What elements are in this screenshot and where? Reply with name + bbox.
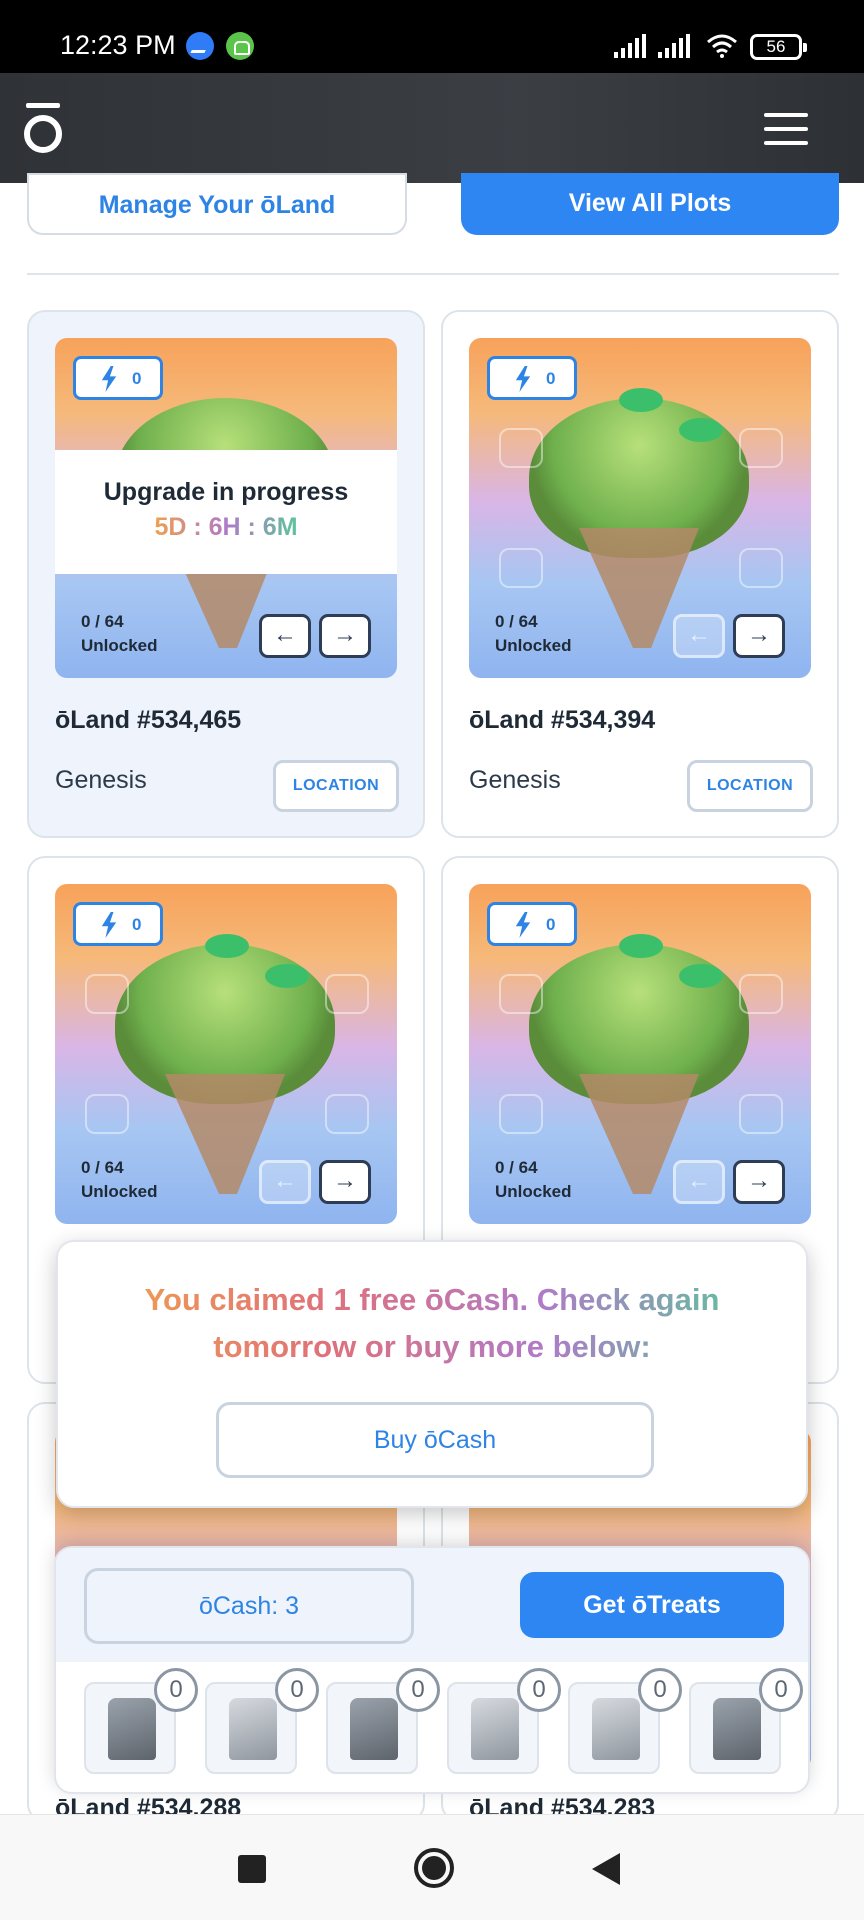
energy-badge: 0 (73, 356, 163, 400)
land-title: ōLand #534,394 (469, 706, 656, 734)
status-bar: 12:23 PM 56 (0, 0, 864, 73)
recents-icon[interactable] (238, 1855, 266, 1883)
unlocked-count: 0 / 64 Unlocked (495, 612, 572, 655)
item-count-badge: 0 (275, 1668, 319, 1712)
get-otreats-button[interactable]: Get ōTreats (520, 1572, 784, 1638)
land-card[interactable]: 0 Upgrade in progress 5D : 6H : 6M 0 / 6… (27, 310, 425, 838)
treat-item[interactable]: 0 (205, 1668, 319, 1774)
item-count-badge: 0 (517, 1668, 561, 1712)
treat-item[interactable]: 0 (326, 1668, 440, 1774)
energy-badge: 0 (487, 902, 577, 946)
treat-item[interactable]: 0 (689, 1668, 803, 1774)
ocash-balance: ōCash: 3 (84, 1568, 414, 1644)
unlocked-count: 0 / 64 Unlocked (495, 1158, 572, 1201)
item-count-badge: 0 (759, 1668, 803, 1712)
land-card[interactable]: 0 0 / 64 Unlocked ← → ōLand #534,394 Gen… (441, 310, 839, 838)
item-count-badge: 0 (396, 1668, 440, 1712)
treat-bag-icon (713, 1698, 761, 1760)
android-icon (226, 32, 254, 60)
land-subtitle: Genesis (55, 766, 147, 794)
land-image: 0 0 / 64 Unlocked ← → (469, 884, 811, 1224)
status-time: 12:23 PM (60, 30, 176, 60)
treat-item[interactable]: 0 (84, 1668, 198, 1774)
battery-icon: 56 (750, 34, 807, 60)
upgrade-title: Upgrade in progress (103, 478, 349, 506)
upgrade-overlay: Upgrade in progress 5D : 6H : 6M (55, 450, 397, 574)
manage-oland-button[interactable]: Manage Your ōLand (27, 173, 407, 235)
signal-icon (614, 34, 646, 58)
treat-bag-icon (471, 1698, 519, 1760)
energy-badge: 0 (487, 356, 577, 400)
prev-arrow-button[interactable]: ← (259, 614, 311, 658)
upgrade-timer: 5D : 6H : 6M (154, 513, 298, 541)
land-subtitle: Genesis (469, 766, 561, 794)
land-title: ōLand #534,288 (55, 1794, 242, 1816)
claim-message: You claimed 1 free ōCash. Check again to… (108, 1276, 756, 1370)
prev-arrow-button[interactable]: ← (259, 1160, 311, 1204)
divider (27, 273, 839, 275)
app-header (0, 73, 864, 183)
claim-popup: You claimed 1 free ōCash. Check again to… (56, 1240, 808, 1508)
next-arrow-button[interactable]: → (319, 1160, 371, 1204)
treat-item[interactable]: 0 (447, 1668, 561, 1774)
next-arrow-button[interactable]: → (733, 614, 785, 658)
home-icon[interactable] (414, 1848, 454, 1888)
signal-icon (658, 34, 690, 58)
treat-bag-icon (592, 1698, 640, 1760)
prev-arrow-button[interactable]: ← (673, 1160, 725, 1204)
location-button[interactable]: LOCATION (687, 760, 813, 812)
item-count-badge: 0 (638, 1668, 682, 1712)
land-title: ōLand #534,465 (55, 706, 242, 734)
next-arrow-button[interactable]: → (733, 1160, 785, 1204)
next-arrow-button[interactable]: → (319, 614, 371, 658)
hamburger-menu-button[interactable] (764, 113, 808, 145)
ocash-sheet: ōCash: 3 Get ōTreats 0 0 0 0 0 0 (54, 1546, 810, 1794)
unlocked-count: 0 / 64 Unlocked (81, 1158, 158, 1201)
buy-ocash-button[interactable]: Buy ōCash (216, 1402, 654, 1478)
bolt-icon (515, 912, 531, 938)
top-actions: Manage Your ōLand View All Plots (27, 173, 839, 245)
treat-bag-icon (350, 1698, 398, 1760)
bolt-icon (515, 366, 531, 392)
treat-item[interactable]: 0 (568, 1668, 682, 1774)
land-image: 0 0 / 64 Unlocked ← → (469, 338, 811, 678)
unlocked-count: 0 / 64 Unlocked (81, 612, 158, 655)
view-all-plots-button[interactable]: View All Plots (461, 173, 839, 235)
back-icon[interactable] (592, 1853, 620, 1885)
bolt-icon (101, 912, 117, 938)
bolt-icon (101, 366, 117, 392)
prev-arrow-button[interactable]: ← (673, 614, 725, 658)
logo-icon[interactable] (24, 103, 62, 153)
energy-badge: 0 (73, 902, 163, 946)
treat-bag-icon (108, 1698, 156, 1760)
land-image: 0 0 / 64 Unlocked ← → (55, 884, 397, 1224)
item-count-badge: 0 (154, 1668, 198, 1712)
treat-bag-icon (229, 1698, 277, 1760)
land-image: 0 Upgrade in progress 5D : 6H : 6M 0 / 6… (55, 338, 397, 678)
land-title: ōLand #534,283 (469, 1794, 656, 1816)
location-button[interactable]: LOCATION (273, 760, 399, 812)
wifi-icon (707, 34, 737, 58)
messenger-icon (186, 32, 214, 60)
system-nav-bar (0, 1814, 864, 1920)
